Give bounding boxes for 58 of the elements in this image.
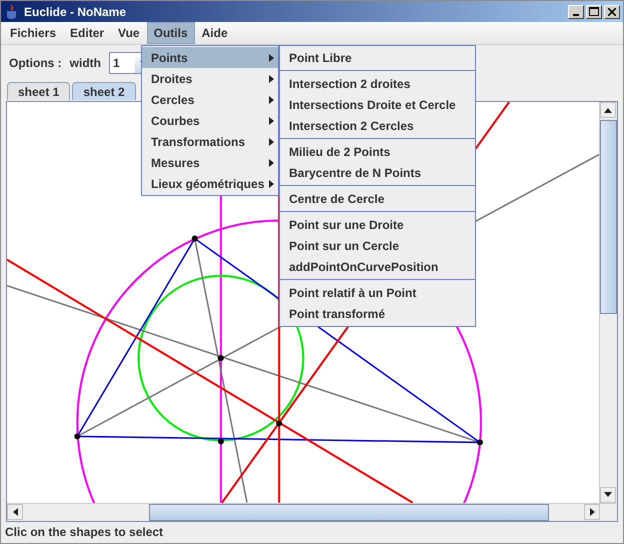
point [276,420,282,427]
maximize-button[interactable] [586,4,602,19]
scroll-left-button[interactable] [7,504,23,520]
status-text: Clic on the shapes to select [5,525,164,540]
minimize-icon [573,14,579,16]
right-arrow-icon [269,116,274,124]
point [476,440,483,446]
menu-item[interactable]: Courbes [142,110,278,131]
left-arrow-icon [12,508,18,516]
menu-item[interactable]: Point relatif à un Point [280,282,475,303]
menu-item[interactable]: Vue [111,22,147,44]
menu-item[interactable]: Outils [146,22,195,44]
right-arrow-icon [590,508,594,516]
scroll-up-button[interactable] [600,102,616,118]
menu-item[interactable]: Intersection 2 Cercles [280,115,475,136]
menu-item[interactable]: Aide [194,22,235,44]
menu-item[interactable]: Transformations [142,131,278,152]
right-arrow-icon [269,74,274,82]
menu-item[interactable]: Point Libre [280,47,475,68]
menu-item[interactable]: Milieu de 2 Points [280,141,475,162]
menu-item[interactable]: Editer [63,22,112,44]
width-label: width [70,56,101,70]
down-arrow-icon [604,492,612,498]
menu-item[interactable]: Point sur un Cercle [280,235,475,256]
up-arrow-icon [604,108,612,113]
right-arrow-icon [269,180,274,188]
menu-item[interactable]: Barycentre de N Points [280,162,475,183]
menu-item[interactable]: Intersections Droite et Cercle [280,94,475,115]
point [74,434,80,440]
sheet-tab[interactable]: sheet 1 [7,82,70,100]
window-title: Euclide - NoName [24,4,128,19]
right-arrow-icon [269,138,274,146]
right-arrow-icon [269,158,274,166]
menu-item[interactable]: addPointOnCurvePosition [280,256,475,277]
menu-item[interactable]: Fichiers [3,22,64,44]
scrollbar-thumb[interactable] [149,504,549,521]
close-icon [608,8,616,16]
point [218,355,224,362]
scroll-right-button[interactable] [584,504,600,520]
menu-item[interactable]: Point sur une Droite [280,214,475,235]
menu-item[interactable]: Cercles [142,89,278,110]
menu-item[interactable]: Points [142,47,278,68]
minimize-button[interactable] [568,4,584,19]
point [218,438,224,445]
scrollbar-thumb[interactable] [600,120,617,314]
right-arrow-icon [269,54,274,62]
menu-item[interactable]: Intersection 2 droites [280,73,475,94]
sheet-tab[interactable]: sheet 2 [72,82,136,100]
right-arrow-icon [269,96,274,104]
point [192,236,198,242]
maximize-icon [589,7,599,16]
menu-item[interactable]: Lieux géométriques [142,173,278,194]
menu-item[interactable]: Mesures [142,152,278,173]
options-label: Options : [9,56,62,70]
menu-item[interactable]: Point transformé [280,303,475,324]
scroll-down-button[interactable] [600,486,616,503]
close-button[interactable] [604,4,620,19]
menu-item[interactable]: Centre de Cercle [280,188,475,209]
